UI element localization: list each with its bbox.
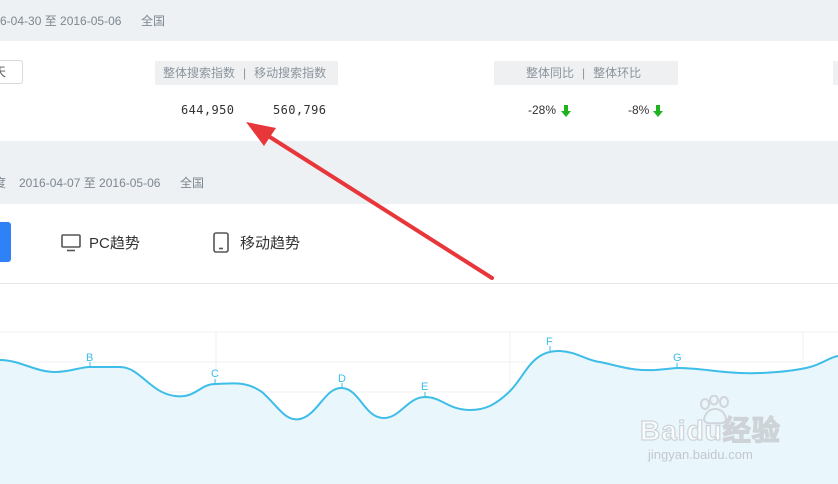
watermark-url: jingyan.baidu.com	[648, 447, 753, 462]
baidu-watermark: Baidu经验 jingyan.baidu.com	[639, 395, 830, 470]
watermark-brand: Baidu经验	[639, 414, 781, 446]
